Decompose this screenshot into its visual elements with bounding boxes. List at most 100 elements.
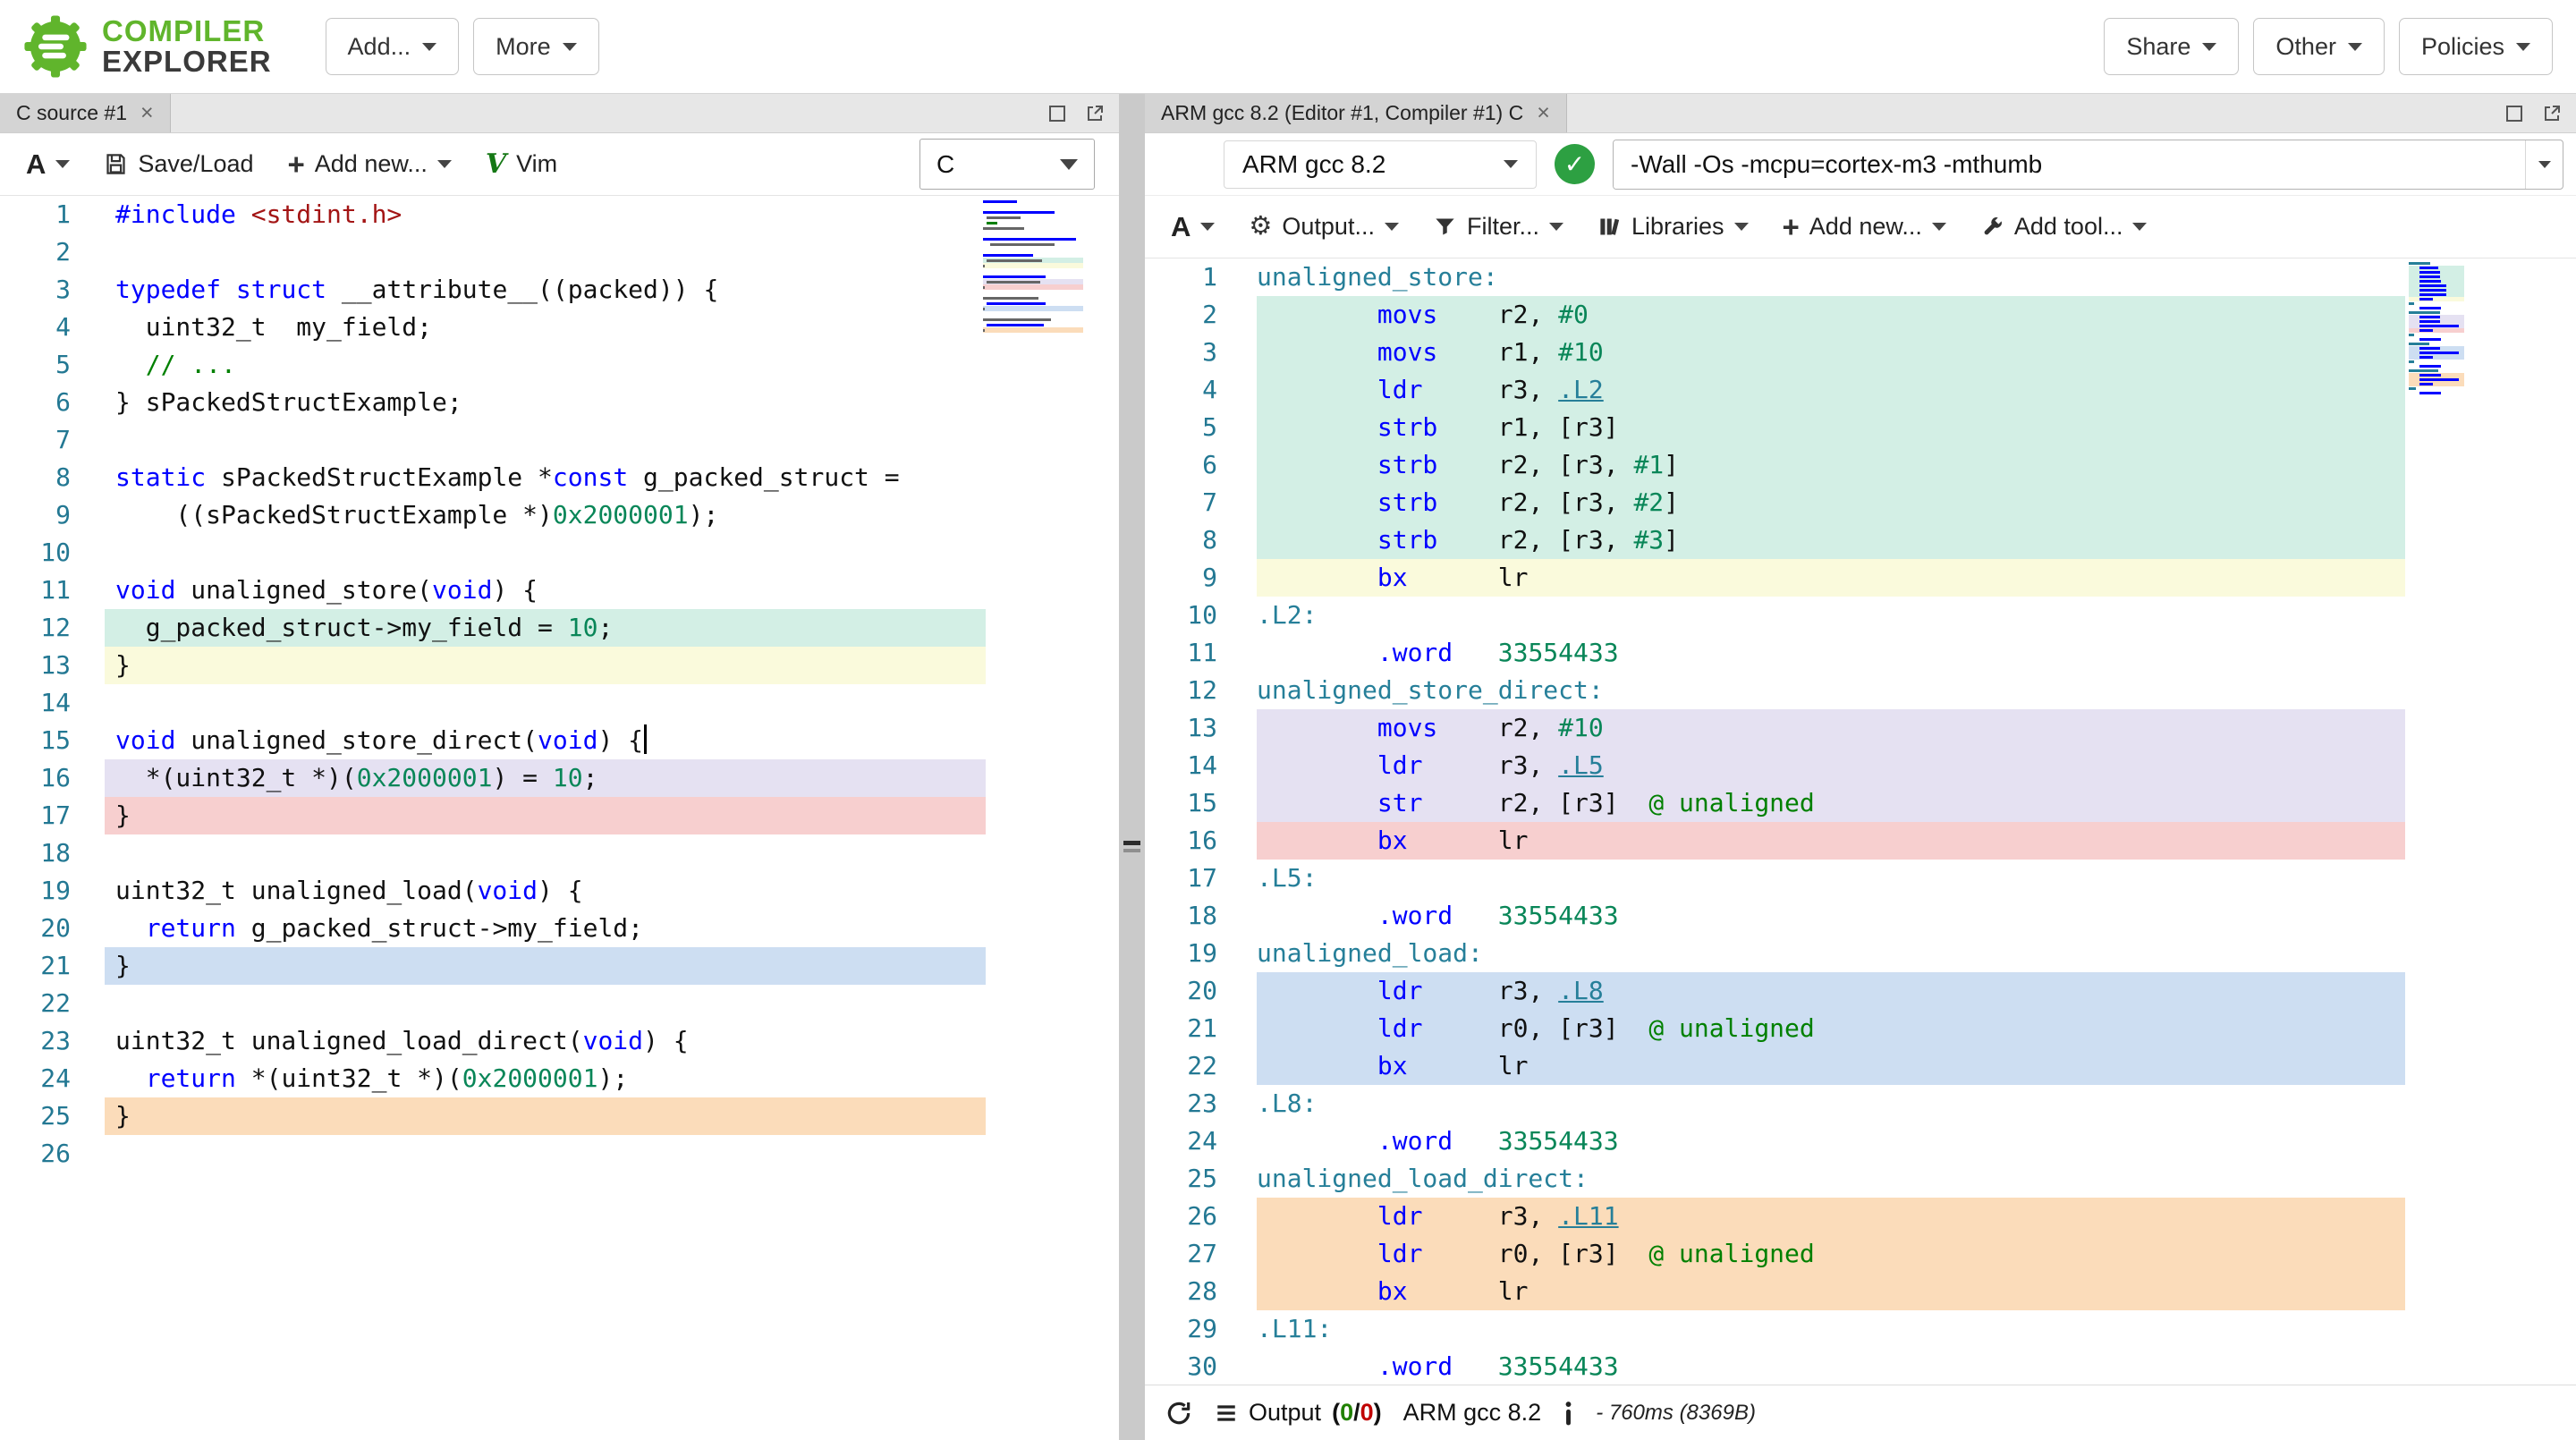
code-line[interactable]: 14: [0, 684, 1119, 722]
minimap[interactable]: [983, 199, 1083, 338]
code-text[interactable]: [105, 985, 986, 1022]
code-line[interactable]: 7 strb r2, [r3, #2]: [1145, 484, 2576, 521]
code-line[interactable]: 15 str r2, [r3] @ unaligned: [1145, 784, 2576, 822]
line-number[interactable]: 9: [0, 496, 105, 534]
line-number[interactable]: 19: [1145, 935, 1257, 972]
code-line[interactable]: 5 strb r1, [r3]: [1145, 409, 2576, 446]
code-text[interactable]: str r2, [r3] @ unaligned: [1257, 784, 2405, 822]
line-number[interactable]: 11: [0, 572, 105, 609]
code-text[interactable]: uint32_t my_field;: [105, 309, 986, 346]
code-line[interactable]: 7: [0, 421, 1119, 459]
line-number[interactable]: 8: [1145, 521, 1257, 559]
line-number[interactable]: 7: [0, 421, 105, 459]
code-text[interactable]: strb r2, [r3, #1]: [1257, 446, 2405, 484]
code-text[interactable]: unaligned_store_direct:: [1257, 672, 2405, 709]
line-number[interactable]: 24: [0, 1060, 105, 1097]
code-text[interactable]: unaligned_load:: [1257, 935, 2405, 972]
line-number[interactable]: 16: [0, 759, 105, 797]
source-editor[interactable]: 1#include <stdint.h>23typedef struct __a…: [0, 196, 1119, 1440]
code-line[interactable]: 14 ldr r3, .L5: [1145, 747, 2576, 784]
add-tool-button[interactable]: Add tool...: [1968, 204, 2160, 250]
code-text[interactable]: [105, 421, 986, 459]
code-line[interactable]: 25unaligned_load_direct:: [1145, 1160, 2576, 1198]
code-line[interactable]: 20 return g_packed_struct->my_field;: [0, 910, 1119, 947]
add-menu-button[interactable]: Add...: [326, 18, 460, 75]
code-line[interactable]: 26: [0, 1135, 1119, 1173]
line-number[interactable]: 21: [1145, 1010, 1257, 1047]
line-number[interactable]: 21: [0, 947, 105, 985]
line-number[interactable]: 14: [0, 684, 105, 722]
code-text[interactable]: void unaligned_store(void) {: [105, 572, 986, 609]
code-line[interactable]: 10: [0, 534, 1119, 572]
line-number[interactable]: 22: [0, 985, 105, 1022]
libraries-button[interactable]: Libraries: [1585, 204, 1761, 250]
code-line[interactable]: 29.L11:: [1145, 1310, 2576, 1348]
code-text[interactable]: ((sPackedStructExample *)0x2000001);: [105, 496, 986, 534]
code-text[interactable]: *(uint32_t *)(0x2000001) = 10;: [105, 759, 986, 797]
code-line[interactable]: 11 .word 33554433: [1145, 634, 2576, 672]
code-line[interactable]: 12 g_packed_struct->my_field = 10;: [0, 609, 1119, 647]
line-number[interactable]: 3: [0, 271, 105, 309]
code-text[interactable]: }: [105, 647, 986, 684]
code-line[interactable]: 4 ldr r3, .L2: [1145, 371, 2576, 409]
line-number[interactable]: 3: [1145, 334, 1257, 371]
line-number[interactable]: 13: [0, 647, 105, 684]
line-number[interactable]: 2: [0, 233, 105, 271]
line-number[interactable]: 8: [0, 459, 105, 496]
line-number[interactable]: 6: [1145, 446, 1257, 484]
line-number[interactable]: 17: [0, 797, 105, 834]
code-text[interactable]: [105, 834, 986, 872]
line-number[interactable]: 30: [1145, 1348, 1257, 1385]
line-number[interactable]: 24: [1145, 1122, 1257, 1160]
code-line[interactable]: 13}: [0, 647, 1119, 684]
code-line[interactable]: 23.L8:: [1145, 1085, 2576, 1122]
asm-output-editor[interactable]: 1unaligned_store:2 movs r2, #03 movs r1,…: [1145, 258, 2576, 1385]
line-number[interactable]: 16: [1145, 822, 1257, 860]
code-line[interactable]: 2: [0, 233, 1119, 271]
code-line[interactable]: 6 strb r2, [r3, #1]: [1145, 446, 2576, 484]
recompile-refresh-icon[interactable]: [1165, 1399, 1193, 1427]
code-text[interactable]: .word 33554433: [1257, 897, 2405, 935]
font-size-button[interactable]: A: [13, 140, 82, 190]
line-number[interactable]: 15: [0, 722, 105, 759]
code-line[interactable]: 9 ((sPackedStructExample *)0x2000001);: [0, 496, 1119, 534]
code-line[interactable]: 24 return *(uint32_t *)(0x2000001);: [0, 1060, 1119, 1097]
more-menu-button[interactable]: More: [473, 18, 599, 75]
code-line[interactable]: 26 ldr r3, .L11: [1145, 1198, 2576, 1235]
code-line[interactable]: 8static sPackedStructExample *const g_pa…: [0, 459, 1119, 496]
save-load-button[interactable]: Save/Load: [91, 141, 266, 187]
code-text[interactable]: }: [105, 797, 986, 834]
code-line[interactable]: 22: [0, 985, 1119, 1022]
pane-resize-gutter[interactable]: [1119, 94, 1145, 1440]
code-line[interactable]: 30 .word 33554433: [1145, 1348, 2576, 1385]
compiler-options-input[interactable]: [1614, 140, 2525, 189]
compiler-select[interactable]: ARM gcc 8.2: [1224, 140, 1537, 189]
code-text[interactable]: [105, 1135, 986, 1173]
close-icon[interactable]: ×: [1537, 102, 1550, 124]
code-line[interactable]: 1unaligned_store:: [1145, 258, 2576, 296]
line-number[interactable]: 29: [1145, 1310, 1257, 1348]
compiler-explorer-logo[interactable]: COMPILER EXPLORER: [23, 14, 272, 79]
line-number[interactable]: 28: [1145, 1273, 1257, 1310]
code-text[interactable]: bx lr: [1257, 1047, 2405, 1085]
code-text[interactable]: ldr r3, .L2: [1257, 371, 2405, 409]
code-text[interactable]: .word 33554433: [1257, 1348, 2405, 1385]
line-number[interactable]: 27: [1145, 1235, 1257, 1273]
maximize-icon[interactable]: [1047, 104, 1067, 123]
line-number[interactable]: 26: [1145, 1198, 1257, 1235]
code-text[interactable]: ldr r3, .L8: [1257, 972, 2405, 1010]
language-select[interactable]: C: [919, 139, 1095, 190]
code-line[interactable]: 9 bx lr: [1145, 559, 2576, 597]
code-text[interactable]: bx lr: [1257, 822, 2405, 860]
line-number[interactable]: 23: [1145, 1085, 1257, 1122]
line-number[interactable]: 20: [0, 910, 105, 947]
code-text[interactable]: ldr r3, .L5: [1257, 747, 2405, 784]
code-line[interactable]: 17}: [0, 797, 1119, 834]
line-number[interactable]: 10: [1145, 597, 1257, 634]
code-text[interactable]: void unaligned_store_direct(void) {: [105, 722, 986, 759]
popout-icon[interactable]: [1085, 104, 1105, 123]
tab-c-source[interactable]: C source #1 ×: [0, 94, 171, 132]
minimap[interactable]: [2409, 261, 2464, 395]
code-text[interactable]: .L2:: [1257, 597, 2405, 634]
code-text[interactable]: return g_packed_struct->my_field;: [105, 910, 986, 947]
